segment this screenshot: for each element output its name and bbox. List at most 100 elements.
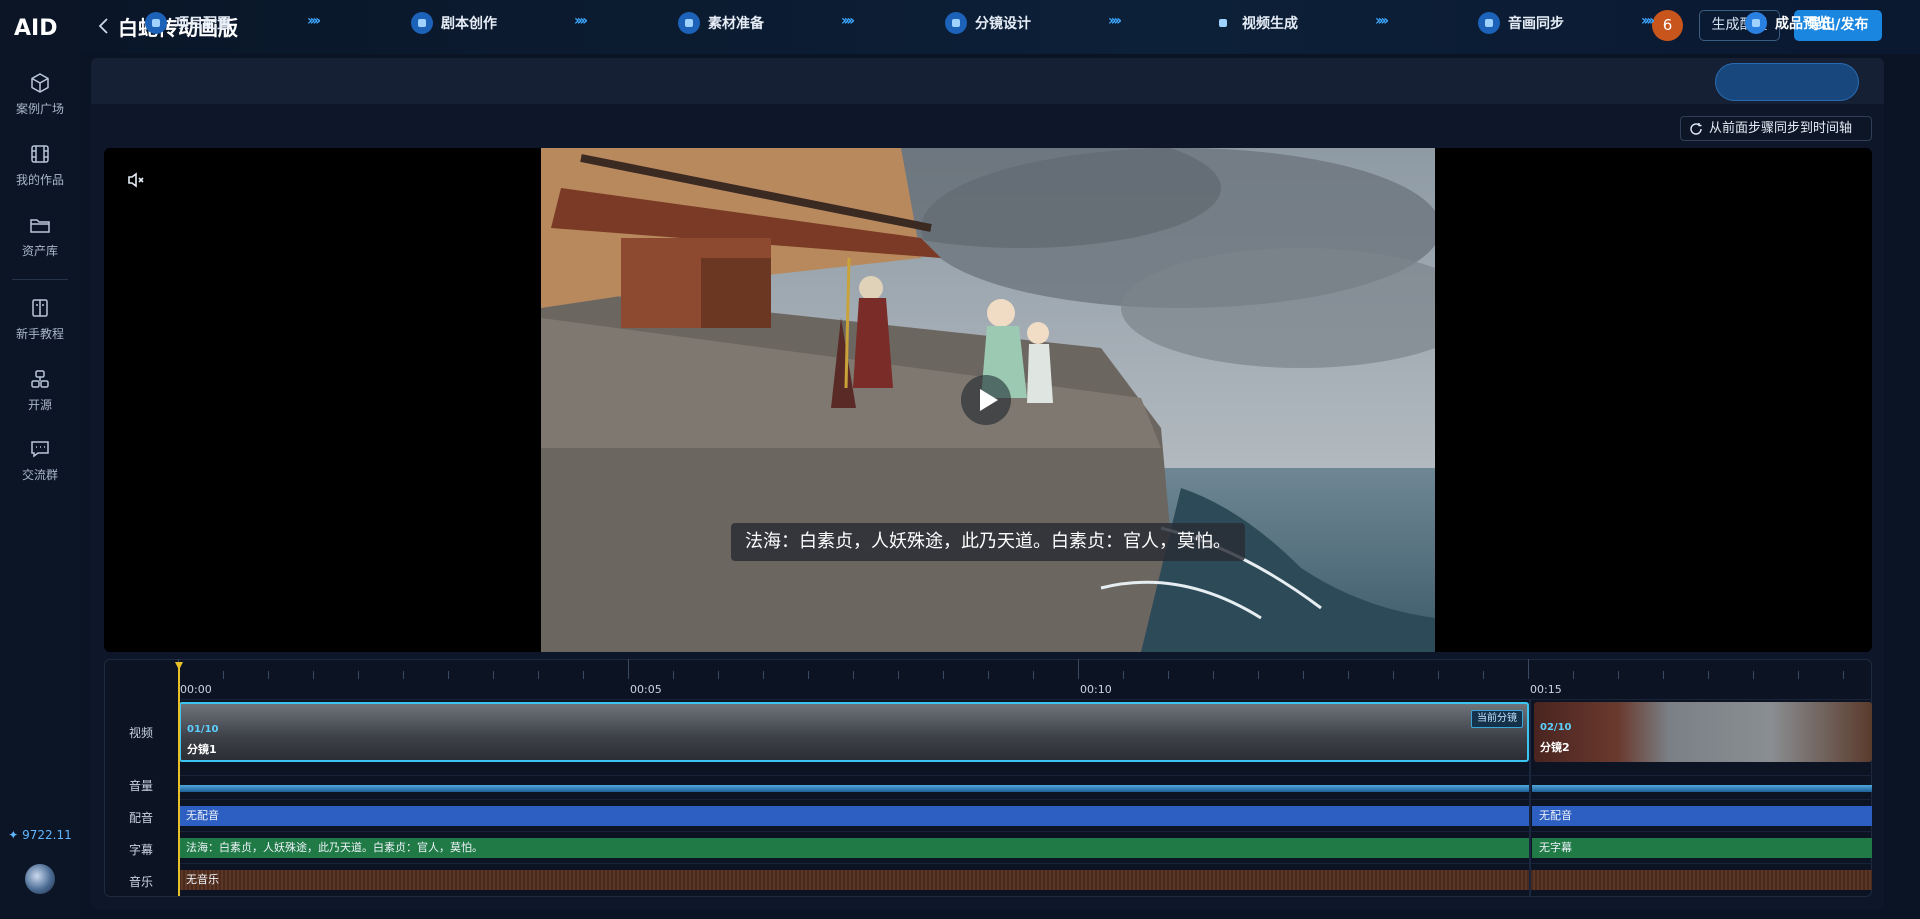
ruler-tick bbox=[1573, 671, 1574, 679]
ruler-tick bbox=[1078, 659, 1079, 679]
sidebar-item-tutorial[interactable]: 新手教程 bbox=[0, 297, 80, 357]
sync-timeline-button[interactable]: 从前面步骤同步到时间轴 bbox=[1680, 116, 1872, 141]
step-arrows-icon: ›››› bbox=[307, 13, 321, 29]
sidebar-item-label: 我的作品 bbox=[15, 173, 64, 187]
layout-icon bbox=[945, 12, 967, 34]
ruler-tick bbox=[1708, 671, 1709, 679]
step-av-sync[interactable]: 音画同步 bbox=[1478, 12, 1564, 36]
sidebar-item-case-square[interactable]: 案例广场 bbox=[0, 72, 80, 132]
ruler-tick bbox=[808, 671, 809, 679]
music-track[interactable]: 无音乐 bbox=[179, 870, 1872, 890]
diamond-icon: ✦ bbox=[8, 828, 23, 842]
notification-badge[interactable]: 6 bbox=[1652, 10, 1683, 41]
play-button[interactable] bbox=[961, 375, 1011, 425]
row-label-music: 音乐 bbox=[128, 875, 153, 889]
step-bar bbox=[91, 58, 1884, 104]
video-clip-2[interactable]: 02/10 分镜2 bbox=[1534, 702, 1872, 762]
svg-text:AID: AID bbox=[14, 16, 57, 40]
ruler-tick bbox=[718, 671, 719, 679]
ruler-tick bbox=[1438, 671, 1439, 679]
playhead[interactable] bbox=[175, 662, 183, 896]
sidebar-item-label: 交流群 bbox=[21, 468, 58, 482]
grid-line bbox=[178, 699, 1872, 700]
ruler-tick bbox=[1393, 671, 1394, 679]
step-project-config[interactable]: 项目配置 bbox=[145, 12, 231, 36]
dub-track-clip-1[interactable]: 无配音 bbox=[179, 806, 1529, 826]
step-final-preview[interactable]: 成品预览 bbox=[1745, 12, 1831, 36]
ruler-label: 00:10 bbox=[1080, 683, 1112, 696]
grid-line bbox=[178, 863, 1872, 864]
video-clip-1[interactable]: 01/10 分镜1 bbox=[179, 702, 1529, 762]
cube-icon bbox=[31, 73, 49, 93]
ruler-label: 00:15 bbox=[1530, 683, 1562, 696]
ruler-tick bbox=[583, 671, 584, 679]
ruler-tick bbox=[268, 671, 269, 679]
clip-index: 01/10 bbox=[187, 724, 219, 735]
ruler-tick bbox=[1663, 671, 1664, 679]
sidebar-item-my-works[interactable]: 我的作品 bbox=[0, 143, 80, 203]
grid-line bbox=[178, 775, 1872, 776]
subtitle-track-clip-2[interactable]: 无字幕 bbox=[1532, 838, 1872, 858]
grid-line bbox=[178, 799, 1872, 800]
back-arrow-icon[interactable] bbox=[96, 14, 112, 38]
timeline-ruler[interactable]: 00:00 00:05 00:10 00:15 bbox=[178, 659, 1872, 699]
clip-name: 分镜1 bbox=[187, 743, 217, 756]
book-icon bbox=[32, 299, 48, 317]
sidebar: AID 案例广场 我的作品 资产库 新手教程 开源 交流群 ✦ 9722.11 bbox=[0, 0, 80, 919]
clip-separator bbox=[1529, 700, 1531, 896]
ruler-tick bbox=[313, 671, 314, 679]
step-storyboard[interactable]: 分镜设计 bbox=[945, 12, 1031, 36]
step-arrows-icon: ›››› bbox=[1108, 13, 1122, 29]
volume-track[interactable] bbox=[179, 785, 1872, 792]
video-icon bbox=[1745, 12, 1767, 34]
step-video-generation[interactable]: 视频生成 bbox=[1212, 12, 1298, 36]
ruler-tick bbox=[1348, 671, 1349, 679]
video-subtitle: 法海：白素贞，人妖殊途，此乃天道。白素贞：官人，莫怕。 bbox=[731, 523, 1245, 561]
mute-icon[interactable] bbox=[126, 170, 146, 190]
spinner-icon bbox=[1212, 12, 1234, 34]
current-shot-badge: 当前分镜 bbox=[1471, 710, 1523, 728]
sidebar-item-label: 资产库 bbox=[21, 244, 58, 258]
mic-icon bbox=[1478, 12, 1500, 34]
ruler-tick bbox=[988, 671, 989, 679]
subtitle-track-clip-1[interactable]: 法海：白素贞，人妖殊途，此乃天道。白素贞：官人，莫怕。 bbox=[179, 838, 1529, 858]
dub-track-clip-2[interactable]: 无配音 bbox=[1532, 806, 1872, 826]
active-step-highlight bbox=[1715, 63, 1859, 101]
ruler-tick bbox=[1258, 671, 1259, 679]
sidebar-item-label: 开源 bbox=[27, 398, 52, 412]
sidebar-item-assets[interactable]: 资产库 bbox=[0, 214, 80, 274]
ruler-label: 00:00 bbox=[180, 683, 212, 696]
ruler-tick bbox=[1213, 671, 1214, 679]
ruler-tick bbox=[853, 671, 854, 679]
sidebar-item-open-source[interactable]: 开源 bbox=[0, 368, 80, 428]
ruler-tick bbox=[358, 671, 359, 679]
grid-line bbox=[178, 831, 1872, 832]
ruler-tick bbox=[448, 671, 449, 679]
row-label-dub: 配音 bbox=[128, 811, 153, 825]
ruler-tick bbox=[673, 671, 674, 679]
ruler-tick bbox=[628, 659, 629, 679]
step-materials[interactable]: 素材准备 bbox=[678, 12, 764, 36]
ruler-tick bbox=[493, 671, 494, 679]
ruler-tick bbox=[538, 671, 539, 679]
ruler-tick bbox=[1618, 671, 1619, 679]
refresh-icon bbox=[1690, 123, 1702, 135]
ruler-tick bbox=[1168, 671, 1169, 679]
ruler-tick bbox=[403, 671, 404, 679]
ruler-tick bbox=[1843, 671, 1844, 679]
step-arrows-icon: ›››› bbox=[1641, 13, 1655, 29]
folder-icon bbox=[30, 219, 50, 233]
ruler-tick bbox=[1483, 671, 1484, 679]
ruler-tick bbox=[1303, 671, 1304, 679]
ruler-tick bbox=[223, 671, 224, 679]
row-label-subtitle: 字幕 bbox=[128, 843, 153, 857]
step-script[interactable]: 剧本创作 bbox=[411, 12, 497, 36]
avatar[interactable] bbox=[25, 864, 55, 894]
logo[interactable]: AID bbox=[14, 14, 66, 40]
wand-icon bbox=[411, 12, 433, 34]
ruler-tick bbox=[943, 671, 944, 679]
ruler-label: 00:05 bbox=[630, 683, 662, 696]
film-icon bbox=[31, 145, 49, 163]
sidebar-item-community[interactable]: 交流群 bbox=[0, 438, 80, 498]
sidebar-divider bbox=[12, 279, 68, 280]
